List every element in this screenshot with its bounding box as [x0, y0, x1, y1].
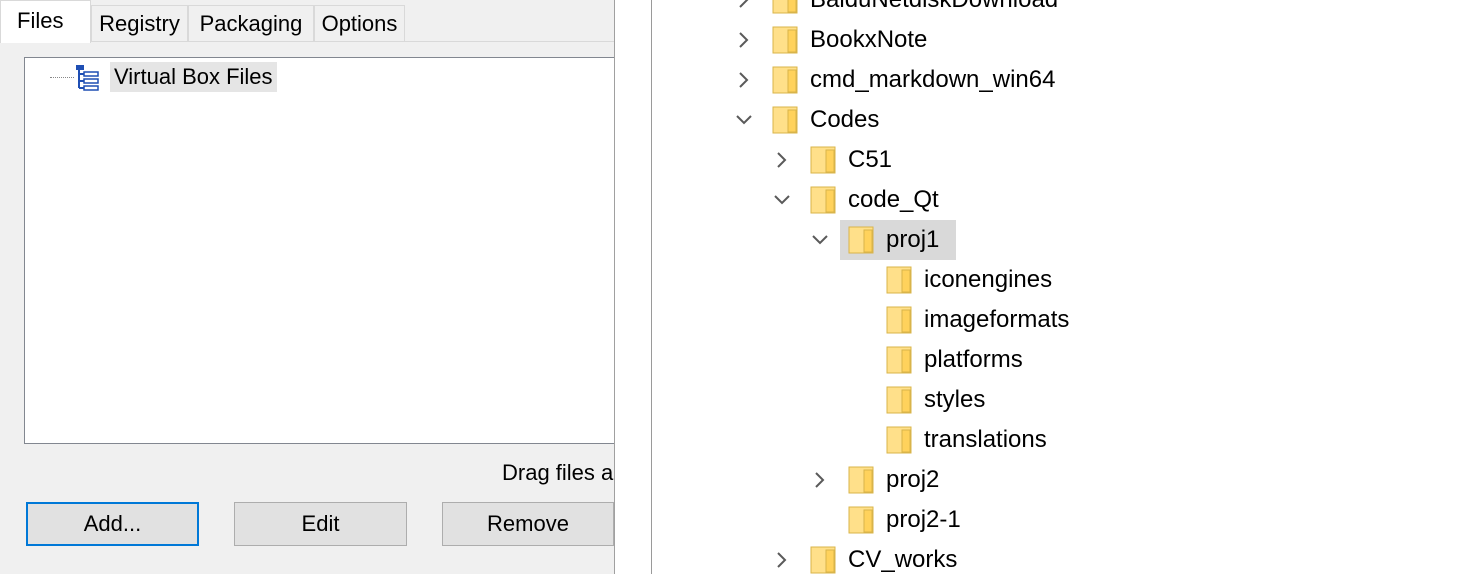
tab-options[interactable]: Options	[314, 5, 405, 41]
folder-icon	[810, 186, 836, 214]
edit-button[interactable]: Edit	[234, 502, 407, 546]
folder-tree-item[interactable]: BookxNote	[652, 20, 1470, 60]
chevron-right-icon[interactable]	[734, 0, 754, 10]
window-border	[614, 0, 652, 574]
folder-tree-item[interactable]: iconengines	[652, 260, 1470, 300]
folder-icon	[886, 386, 912, 414]
folder-icon	[810, 546, 836, 574]
files-dialog-pane: Files Registry Packaging Options Virtual…	[0, 0, 614, 574]
folder-label: proj2-1	[886, 506, 961, 533]
folder-tree-item[interactable]: platforms	[652, 340, 1470, 380]
folder-label: platforms	[924, 346, 1023, 373]
folder-label: BaiduNetdiskDownload	[810, 0, 1058, 20]
folder-label: imageformats	[924, 306, 1070, 333]
folder-label: CV_works	[848, 546, 958, 573]
folder-label: proj2	[886, 466, 940, 493]
folder-icon	[772, 0, 798, 14]
folder-label: translations	[924, 426, 1047, 453]
chevron-right-icon[interactable]	[810, 470, 830, 490]
explorer-folder-tree: BaiduNetdiskDownload BookxNote cmd_markdow…	[652, 0, 1470, 574]
folder-icon	[886, 266, 912, 294]
virtual-files-tree[interactable]: Virtual Box Files	[24, 57, 614, 444]
tree-structure-icon	[76, 65, 99, 91]
folder-icon	[886, 426, 912, 454]
chevron-right-icon[interactable]	[772, 150, 792, 170]
folder-label: styles	[924, 386, 986, 413]
folder-tree-item[interactable]: styles	[652, 380, 1470, 420]
folder-tree-item[interactable]: proj2	[652, 460, 1470, 500]
remove-button[interactable]: Remove	[442, 502, 614, 546]
folder-label: BookxNote	[810, 26, 928, 53]
folder-icon	[848, 466, 874, 494]
chevron-down-icon[interactable]	[810, 230, 830, 250]
folder-tree-item[interactable]: cmd_markdown_win64	[652, 60, 1470, 100]
folder-tree-item[interactable]: Codes	[652, 100, 1470, 140]
folder-tree-item[interactable]: code_Qt	[652, 180, 1470, 220]
folder-tree-item[interactable]: proj1	[652, 220, 1470, 260]
folder-tree-item[interactable]: proj2-1	[652, 500, 1470, 540]
chevron-right-icon[interactable]	[772, 550, 792, 570]
folder-icon	[848, 506, 874, 534]
folder-label: cmd_markdown_win64	[810, 66, 1056, 93]
folder-label: iconengines	[924, 266, 1053, 293]
tree-connector-line	[50, 77, 74, 78]
folder-tree-item[interactable]: CV_works	[652, 540, 1470, 574]
folder-label: Codes	[810, 106, 880, 133]
folder-label: proj1	[886, 226, 940, 253]
tree-root-label[interactable]: Virtual Box Files	[110, 62, 277, 92]
chevron-right-icon[interactable]	[734, 30, 754, 50]
tab-files[interactable]: Files	[0, 0, 91, 43]
add-button[interactable]: Add...	[26, 502, 199, 546]
folder-icon	[886, 306, 912, 334]
tab-registry[interactable]: Registry	[91, 5, 188, 41]
tab-strip-divider	[0, 41, 614, 42]
folder-icon	[810, 146, 836, 174]
folder-icon	[886, 346, 912, 374]
chevron-right-icon[interactable]	[734, 70, 754, 90]
drag-files-hint: Drag files ar	[502, 460, 614, 485]
folder-tree-item[interactable]: imageformats	[652, 300, 1470, 340]
folder-tree-item[interactable]: translations	[652, 420, 1470, 460]
folder-icon	[772, 66, 798, 94]
chevron-down-icon[interactable]	[772, 190, 792, 210]
tab-packaging[interactable]: Packaging	[188, 5, 314, 41]
folder-label: C51	[848, 146, 893, 173]
folder-icon	[772, 26, 798, 54]
folder-icon	[848, 226, 874, 254]
chevron-down-icon[interactable]	[734, 110, 754, 130]
folder-tree-item[interactable]: C51	[652, 140, 1470, 180]
folder-label: code_Qt	[848, 186, 939, 213]
folder-icon	[772, 106, 798, 134]
folder-tree-item[interactable]: BaiduNetdiskDownload	[652, 0, 1470, 20]
tab-strip: Files Registry Packaging Options	[0, 0, 614, 43]
